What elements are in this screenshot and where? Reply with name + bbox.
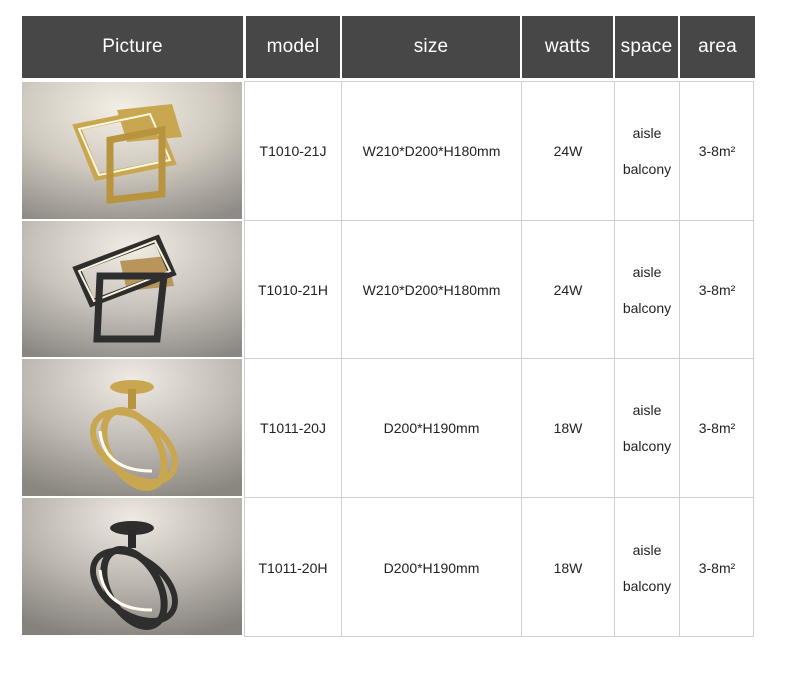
space-cell: aisle balcony	[615, 498, 679, 637]
size-cell: W210*D200*H180mm	[362, 143, 501, 159]
watts-cell: 18W	[553, 420, 583, 436]
header-picture: Picture	[22, 16, 243, 78]
space-balcony: balcony	[622, 438, 672, 454]
area-cell: 3-8m²	[698, 143, 736, 159]
size-cell: D200*H190mm	[383, 559, 480, 576]
space-balcony: balcony	[622, 299, 672, 316]
space-cell: aisle balcony	[615, 221, 679, 358]
model-cell: T1010-21J	[259, 143, 327, 159]
watts-cell: 24W	[553, 281, 583, 298]
model-cell: T1011-20H	[258, 559, 328, 576]
product-image-gold-square	[22, 82, 242, 219]
space-aisle: aisle	[632, 263, 662, 280]
space-aisle: aisle	[632, 125, 662, 141]
product-image-black-rings	[22, 498, 242, 635]
watts-cell: 24W	[553, 143, 583, 159]
header-area: area	[680, 16, 755, 78]
size-cell: D200*H190mm	[383, 420, 480, 436]
header-size: size	[342, 16, 520, 78]
space-cell: aisle balcony	[615, 82, 679, 220]
space-cell: aisle balcony	[615, 359, 679, 497]
area-cell: 3-8m²	[698, 420, 736, 436]
model-cell: T1010-21H	[257, 281, 329, 298]
space-balcony: balcony	[622, 161, 672, 177]
product-image-black-square	[22, 221, 242, 357]
area-cell: 3-8m²	[698, 281, 736, 298]
space-aisle: aisle	[632, 402, 662, 418]
model-cell: T1011-20J	[260, 420, 326, 436]
product-image-gold-rings	[22, 359, 242, 496]
header-watts: watts	[522, 16, 613, 78]
area-cell: 3-8m²	[698, 559, 736, 576]
space-aisle: aisle	[632, 541, 662, 558]
watts-cell: 18W	[553, 559, 583, 576]
header-model: model	[246, 16, 340, 78]
space-balcony: balcony	[622, 577, 672, 594]
header-space: space	[615, 16, 678, 78]
size-cell: W210*D200*H180mm	[362, 281, 501, 298]
